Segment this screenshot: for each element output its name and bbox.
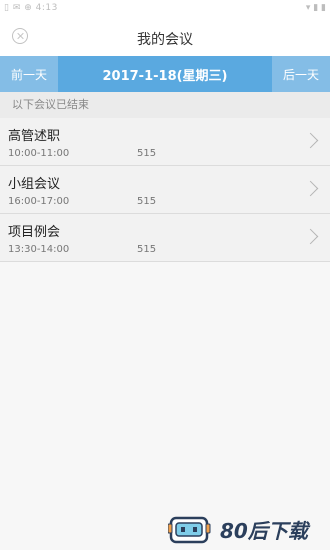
prev-day-button[interactable]: 前一天 [0, 56, 58, 92]
meeting-room: 515 [137, 148, 157, 159]
meeting-name: 项目例会 [8, 225, 61, 240]
watermark: 80后下载 [168, 512, 328, 546]
meeting-room: 515 [137, 196, 157, 207]
ended-notice: 以下会议已结束 [0, 92, 330, 118]
meeting-time: 13:30-14:00 [8, 244, 70, 255]
meeting-time: 10:00-11:00 [8, 148, 70, 159]
meeting-item[interactable]: 高管述职 10:00-11:00 515 [0, 118, 330, 166]
mascot-logo-icon [168, 516, 211, 544]
meeting-name: 高管述职 [8, 129, 61, 144]
chevron-right-icon [302, 228, 319, 245]
page-title: 我的会议 [137, 32, 193, 48]
status-left: ▯ ✉ ⊕ 4:13 [4, 3, 58, 13]
meeting-time: 16:00-17:00 [8, 196, 70, 207]
meeting-name: 小组会议 [8, 177, 61, 192]
status-right: ▾ ▮ ▮ [305, 3, 326, 13]
chevron-right-icon [302, 180, 319, 197]
meeting-item[interactable]: 小组会议 16:00-17:00 515 [0, 166, 330, 214]
chevron-right-icon [302, 132, 319, 149]
meeting-list: 高管述职 10:00-11:00 515 小组会议 16:00-17:00 51… [0, 118, 330, 262]
current-date: 2017-1-18(星期三) [102, 68, 228, 84]
meeting-item[interactable]: 项目例会 13:30-14:00 515 [0, 214, 330, 262]
next-day-button[interactable]: 后一天 [272, 56, 330, 92]
title-bar: 我的会议 [0, 18, 330, 56]
status-bar: ▯ ✉ ⊕ 4:13 ▾ ▮ ▮ [0, 0, 330, 18]
watermark-text: 80后下载 [220, 519, 308, 543]
date-navigation: 前一天 2017-1-18(星期三) 后一天 [0, 56, 330, 92]
meeting-room: 515 [137, 244, 157, 255]
